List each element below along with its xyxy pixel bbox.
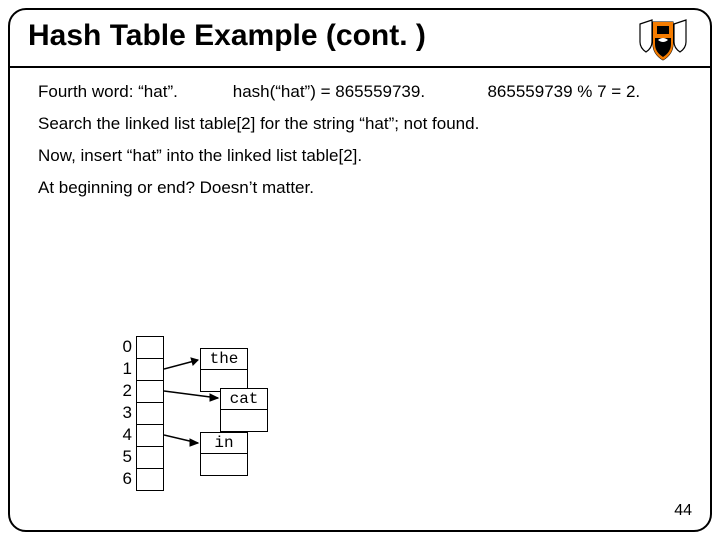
text-line-2: Search the linked list table[2] for the … — [38, 114, 682, 134]
text-line-1: Fourth word: “hat”. hash(“hat”) = 865559… — [38, 82, 682, 102]
node-the: the — [200, 348, 248, 392]
index-label: 2 — [118, 380, 132, 402]
slide-body: Fourth word: “hat”. hash(“hat”) = 865559… — [10, 68, 710, 218]
table-cell — [136, 337, 164, 359]
index-column: 0 1 2 3 4 5 6 — [118, 336, 132, 490]
table-cell — [136, 359, 164, 381]
node-word: the — [200, 348, 248, 370]
slide-title: Hash Table Example (cont. ) — [28, 18, 426, 54]
text-hash: hash(“hat”) = 865559739. — [233, 82, 483, 102]
node-word: cat — [220, 388, 268, 410]
table-column — [136, 336, 164, 491]
index-label: 6 — [118, 468, 132, 490]
hash-diagram: 0 1 2 3 4 5 6 — [118, 336, 418, 506]
table-cell — [136, 403, 164, 425]
index-label: 4 — [118, 424, 132, 446]
table-cell — [136, 447, 164, 469]
table-cell — [136, 469, 164, 491]
table-cell — [136, 425, 164, 447]
text-line-4: At beginning or end? Doesn’t matter. — [38, 178, 682, 198]
text-mod: 865559739 % 7 = 2. — [487, 82, 640, 102]
node-in: in — [200, 432, 248, 476]
text-line-3: Now, insert “hat” into the linked list t… — [38, 146, 682, 166]
slide-frame: Hash Table Example (cont. ) Fourth word:… — [8, 8, 712, 532]
node-cat: cat — [220, 388, 268, 432]
node-ptr — [200, 454, 248, 476]
crest-icon — [638, 18, 688, 62]
index-label: 3 — [118, 402, 132, 424]
node-word: in — [200, 432, 248, 454]
node-ptr — [220, 410, 268, 432]
page-number: 44 — [674, 502, 692, 520]
table-cell — [136, 381, 164, 403]
index-label: 0 — [118, 336, 132, 358]
index-label: 1 — [118, 358, 132, 380]
text-word: Fourth word: “hat”. — [38, 82, 228, 102]
title-area: Hash Table Example (cont. ) — [10, 10, 710, 68]
index-label: 5 — [118, 446, 132, 468]
